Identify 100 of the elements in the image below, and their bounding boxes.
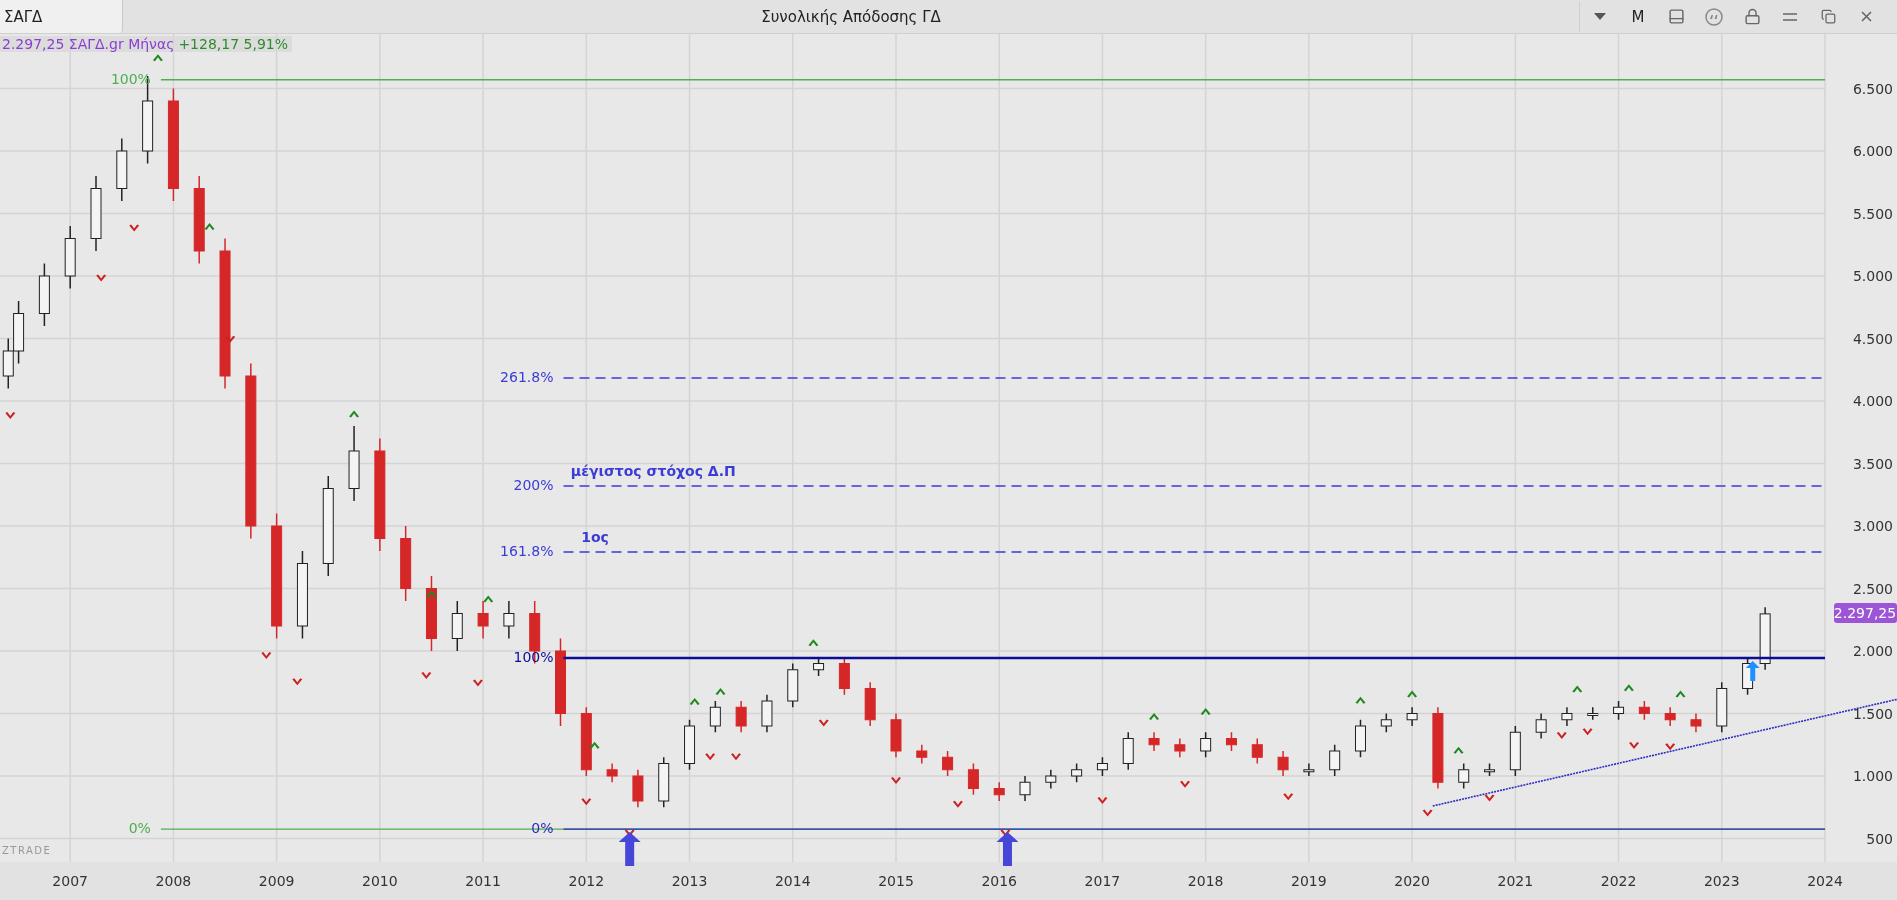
- year-label: 2011: [465, 873, 501, 889]
- candlestick: [864, 681, 876, 727]
- year-label: 2020: [1394, 873, 1430, 889]
- candlestick: [916, 744, 928, 765]
- candlestick: [64, 225, 76, 290]
- candlestick: [787, 662, 799, 708]
- year-label: 2012: [568, 873, 605, 889]
- price-label: 2.000: [1852, 643, 1893, 659]
- candlestick: [1225, 731, 1237, 752]
- year-label: 2013: [671, 873, 708, 889]
- candlestick: [684, 719, 696, 771]
- price-label: 1.500: [1852, 705, 1893, 722]
- candlestick: [503, 600, 515, 640]
- price-label: 2.500: [1852, 580, 1893, 597]
- candlestick: [1303, 762, 1315, 777]
- price-label: 500: [1866, 830, 1893, 847]
- candlestick: [1484, 762, 1495, 777]
- year-label: 2008: [155, 873, 192, 889]
- candlestick: [838, 656, 850, 696]
- candlestick: [477, 600, 489, 640]
- candlestick: [1122, 731, 1134, 771]
- last-price-badge: 2.297,25: [1833, 602, 1897, 623]
- candlestick: [1613, 700, 1625, 721]
- candlestick: [1019, 775, 1031, 802]
- candlestick: [1380, 712, 1392, 733]
- level-label: 261.8%: [500, 369, 554, 385]
- chart-note: μέγιστος στόχος Δ.Π: [570, 463, 736, 479]
- close-icon: [1860, 11, 1872, 22]
- candlestick: [1759, 606, 1771, 671]
- candlestick: [451, 600, 463, 652]
- year-label: 2022: [1600, 873, 1637, 889]
- up-arrow-icon: [996, 832, 1019, 866]
- candlestick: [1200, 731, 1212, 758]
- candlestick: [967, 762, 979, 796]
- price-label: 3.500: [1852, 455, 1893, 472]
- candlestick: [1458, 762, 1470, 790]
- quote-text: 2.297,25 ΣΑΓΔ.gr Μήνας: [2, 36, 175, 52]
- price-label: 4.000: [1852, 393, 1893, 409]
- candlestick: [1535, 712, 1547, 740]
- candlestick: [1406, 706, 1418, 727]
- level-label: 100%: [110, 70, 151, 87]
- quote-icon: [1705, 7, 1723, 26]
- candlestick: [813, 656, 825, 677]
- candlestick: [942, 750, 954, 777]
- candlestick: [1561, 706, 1573, 727]
- year-label: 2021: [1497, 873, 1534, 889]
- restore-icon: [1820, 9, 1836, 24]
- period-button[interactable]: M: [1619, 1, 1657, 32]
- candlestick: [1277, 750, 1289, 777]
- candlestick: [38, 262, 50, 327]
- candlestick: [1716, 681, 1728, 733]
- candlestick: [735, 700, 747, 733]
- candlestick: [13, 300, 25, 365]
- candlestick: [1174, 737, 1186, 758]
- candlestick: [1664, 706, 1676, 727]
- price-label: 3.000: [1852, 518, 1893, 534]
- year-label: 2019: [1291, 873, 1327, 889]
- candlestick: [116, 137, 128, 202]
- caret-icon: [1593, 13, 1606, 20]
- candlestick: [890, 712, 902, 758]
- logo-text: ZTRADE: [2, 845, 52, 856]
- candlestick: [1045, 769, 1057, 790]
- price-label: 5.500: [1852, 205, 1893, 222]
- window-title: Συνολικής Απόδοσης ΓΔ: [760, 6, 942, 28]
- candlestick: [580, 706, 592, 777]
- level-label: 200%: [513, 477, 554, 493]
- lock-icon: [1743, 8, 1761, 25]
- level-label: 161.8%: [500, 543, 554, 559]
- candlestick: [1638, 700, 1650, 721]
- up-arrow-icon: [1745, 661, 1760, 681]
- candlestick: [709, 700, 721, 733]
- candlestick: [1148, 731, 1160, 752]
- year-label: 2023: [1703, 873, 1740, 889]
- candlestick: [658, 756, 670, 808]
- candlestick: [1251, 737, 1263, 765]
- year-label: 2009: [258, 873, 295, 889]
- candlestick: [1096, 756, 1108, 777]
- candlestick: [1355, 719, 1366, 758]
- year-label: 2016: [981, 873, 1018, 889]
- year-label: 2018: [1187, 873, 1224, 889]
- candlestick: [1587, 706, 1599, 721]
- year-label: 2014: [774, 873, 811, 889]
- price-label: 1.000: [1852, 768, 1893, 784]
- candlestick: [1690, 712, 1702, 733]
- menu-icon: [1783, 12, 1797, 21]
- symbol-tab[interactable]: ΣΑΓΔ: [0, 0, 123, 33]
- price-label: 4.500: [1852, 330, 1893, 347]
- panel-icon: [1667, 8, 1685, 25]
- candlestick: [632, 769, 644, 808]
- chart-note: 1ος: [581, 529, 609, 545]
- level-label: 0%: [128, 820, 151, 837]
- year-label: 2017: [1084, 873, 1121, 889]
- year-label: 2010: [362, 873, 398, 889]
- year-label: 2024: [1807, 873, 1843, 889]
- candlestick: [1509, 725, 1521, 777]
- up-arrow-icon: [618, 832, 641, 866]
- year-label: 2015: [878, 873, 914, 889]
- price-label: 5.000: [1852, 268, 1893, 284]
- candlestick: [993, 781, 1005, 802]
- candlestick: [1329, 744, 1341, 777]
